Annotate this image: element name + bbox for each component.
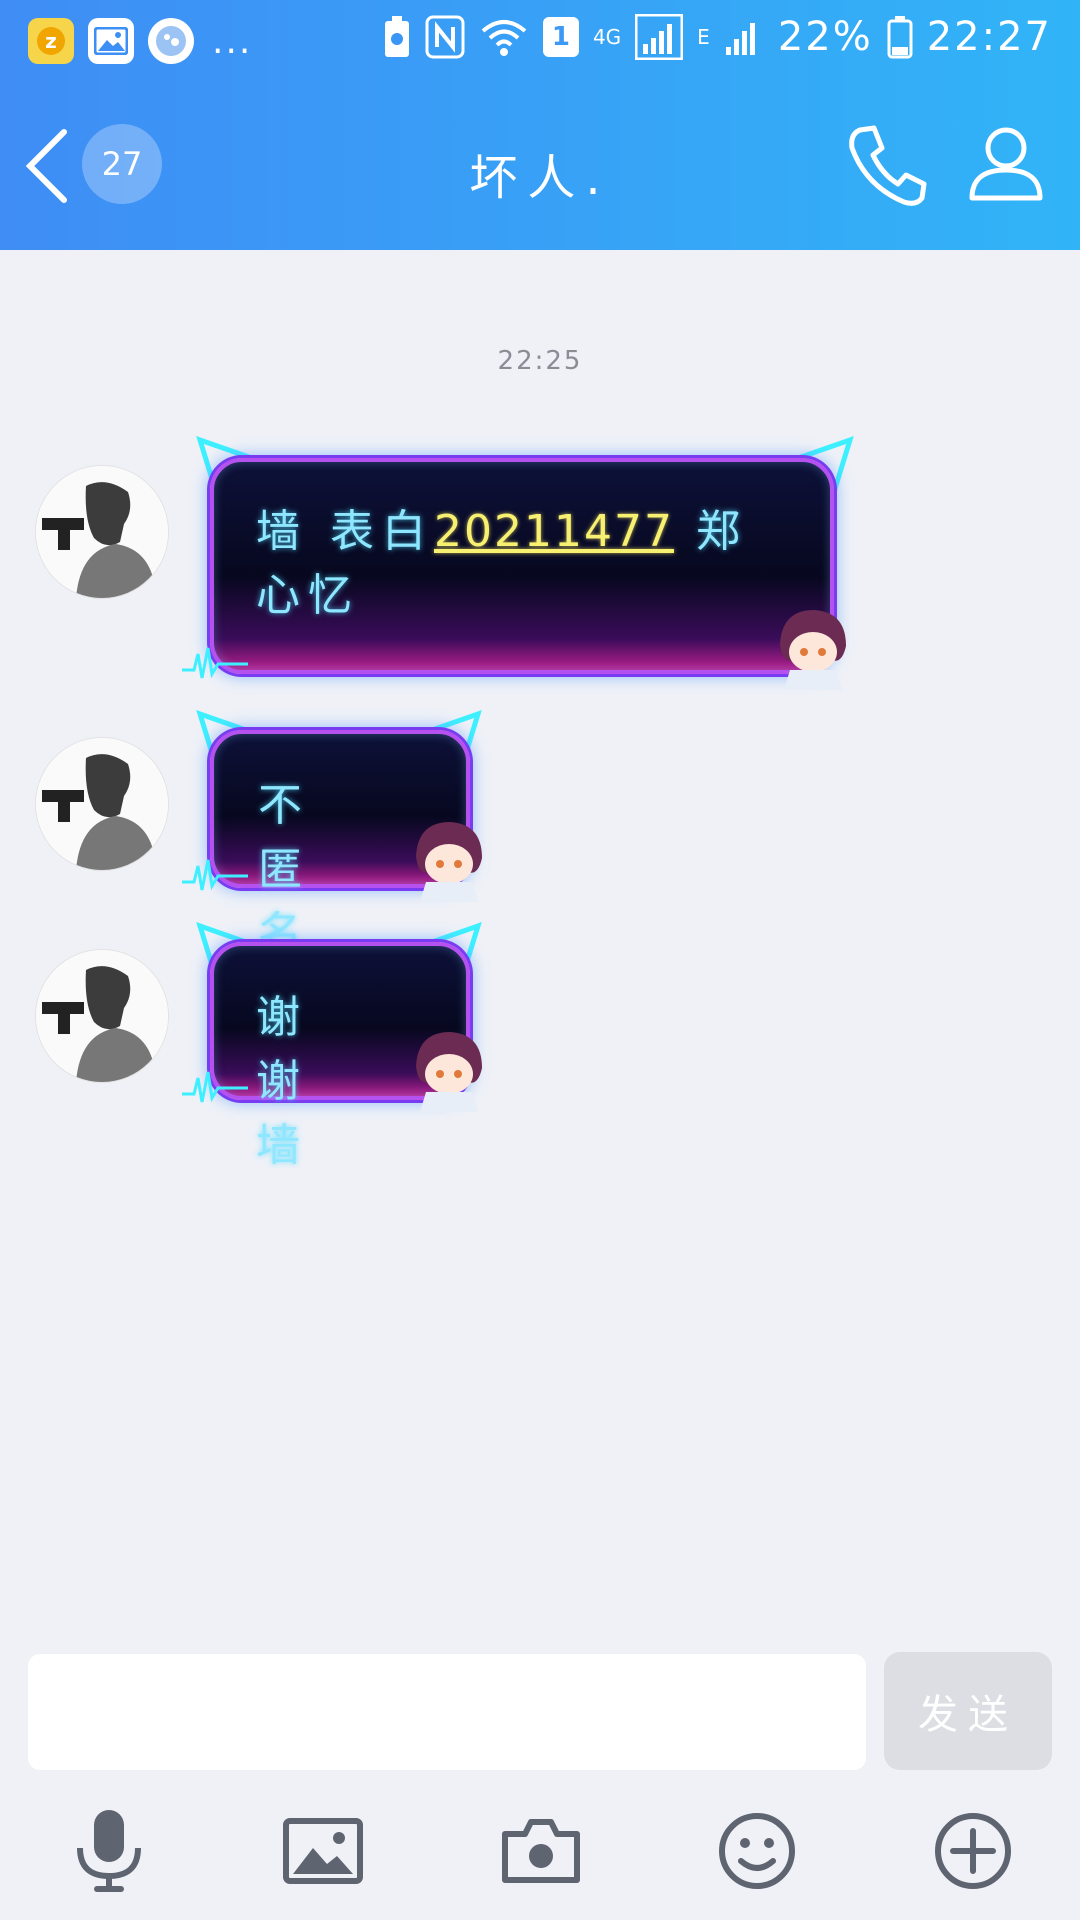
voice-button[interactable]	[64, 1806, 154, 1896]
sender-avatar[interactable]	[36, 466, 168, 598]
chibi-decoration	[772, 604, 852, 690]
sender-avatar[interactable]	[36, 738, 168, 870]
gallery-notification-icon	[88, 18, 134, 64]
message-text-1: 墙 表白20211477 郑心忆	[256, 506, 748, 621]
person-icon	[969, 127, 1043, 201]
more-button[interactable]	[928, 1806, 1018, 1896]
sender-avatar[interactable]	[36, 950, 168, 1082]
microphone-icon	[77, 1810, 141, 1892]
emoji-icon	[719, 1813, 795, 1889]
message-text-3: 谢谢墙	[256, 992, 302, 1171]
chibi-decoration	[408, 1026, 488, 1112]
qzone-notification-icon: z	[28, 18, 74, 64]
camera-button[interactable]	[496, 1806, 586, 1896]
waveform-decoration	[182, 647, 248, 679]
battery-saver-icon	[384, 16, 409, 57]
edge-indicator: E	[697, 25, 710, 49]
emoji-button[interactable]	[712, 1806, 802, 1896]
system-status: 1 4G E 22% 22:27	[383, 14, 1052, 60]
qq-notification-icon	[148, 18, 194, 64]
wifi-icon	[481, 20, 527, 56]
waveform-decoration	[182, 859, 248, 891]
nfc-icon	[425, 15, 465, 59]
clock: 22:27	[926, 14, 1052, 60]
notification-icons: z ...	[28, 18, 252, 64]
image-button[interactable]	[278, 1806, 368, 1896]
message-text-2: 不匿名	[258, 780, 310, 959]
composer-toolbar	[0, 1800, 1080, 1910]
send-button[interactable]: 发送	[884, 1652, 1052, 1770]
network-type: 4G	[592, 25, 622, 49]
signal-icon	[635, 14, 684, 60]
battery-percent: 22%	[777, 14, 873, 60]
call-button[interactable]	[846, 122, 928, 208]
message-link-number[interactable]: 20211477	[434, 506, 674, 557]
more-notifications: ...	[212, 20, 253, 62]
signal-2-icon	[725, 23, 755, 55]
message-input[interactable]	[28, 1654, 866, 1770]
battery-icon	[887, 16, 913, 59]
image-icon	[283, 1818, 363, 1884]
status-bar: z ... 1 4G E 22% 22:27	[0, 0, 1080, 92]
phone-icon	[849, 125, 927, 206]
plus-circle-icon	[935, 1813, 1011, 1889]
waveform-decoration	[182, 1071, 248, 1103]
chibi-decoration	[408, 816, 488, 902]
camera-icon	[502, 1819, 580, 1883]
sim-slot-badge: 1	[542, 17, 579, 57]
message-timestamp: 22:25	[497, 346, 583, 376]
profile-button[interactable]	[966, 122, 1046, 202]
